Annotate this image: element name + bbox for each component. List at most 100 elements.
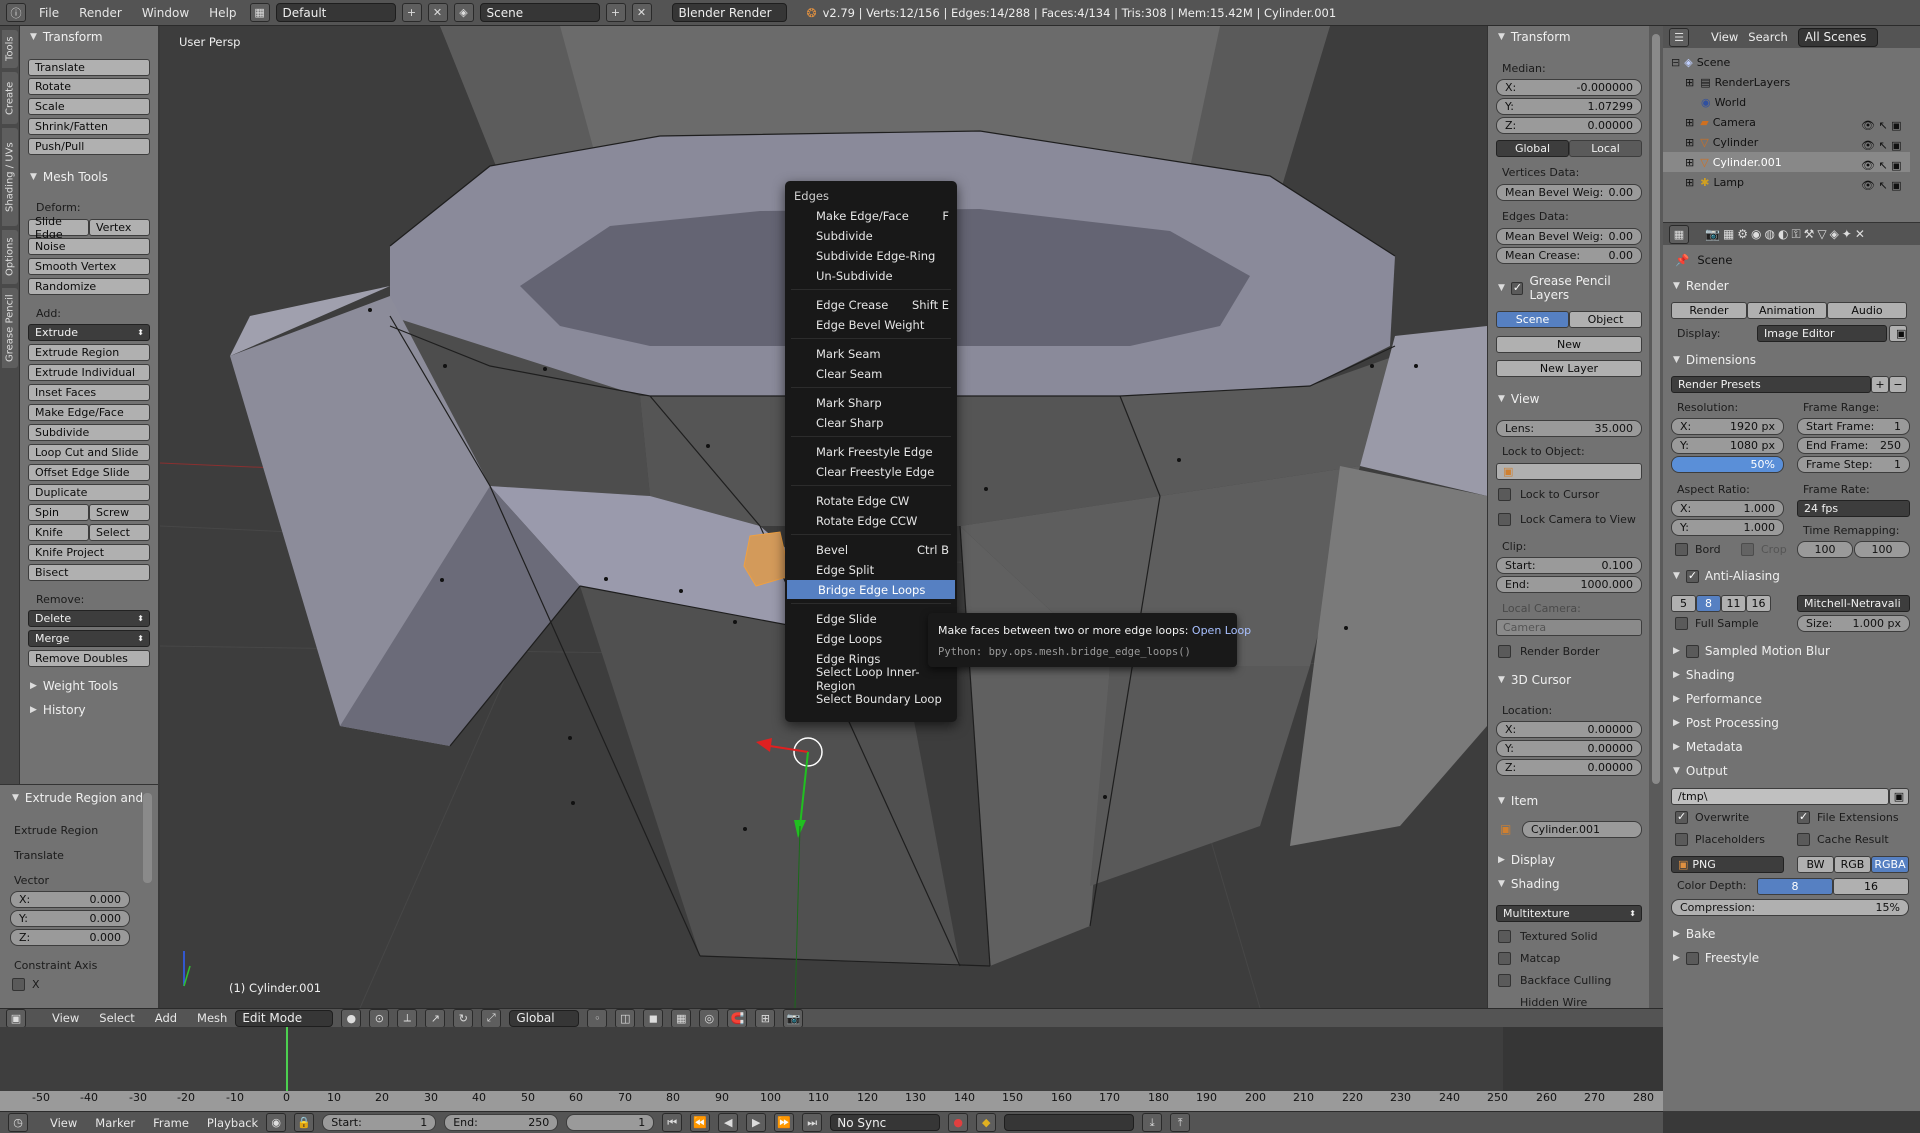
jump-start-icon[interactable]: ⏮ bbox=[662, 1113, 683, 1132]
vector-z-field[interactable]: Z: 0.000 bbox=[10, 929, 130, 946]
keying-set-icon[interactable]: ◆ bbox=[976, 1113, 997, 1132]
lock-object-field[interactable]: ▣ bbox=[1496, 463, 1642, 480]
backface-culling-checkbox[interactable] bbox=[1498, 974, 1511, 987]
menu-item-edge-split[interactable]: Edge Split bbox=[785, 560, 957, 579]
cursor-x-field[interactable]: X: 0.00000 bbox=[1496, 721, 1642, 738]
info-icon[interactable]: ⓘ bbox=[6, 3, 26, 22]
remove-doubles-button[interactable]: Remove Doubles bbox=[28, 650, 150, 667]
tab-create[interactable]: Create bbox=[2, 72, 18, 124]
performance-header[interactable]: ▶ Performance bbox=[1673, 690, 1762, 708]
properties-editor-icon[interactable]: ▦ bbox=[1669, 224, 1689, 244]
offset-edge-slide-button[interactable]: Offset Edge Slide bbox=[28, 464, 150, 481]
timeline-editor-icon[interactable]: ◷ bbox=[8, 1113, 28, 1132]
color-depth-8-button[interactable]: 8 bbox=[1757, 878, 1833, 895]
screw-button[interactable]: Screw bbox=[89, 504, 150, 521]
duplicate-button[interactable]: Duplicate bbox=[28, 484, 150, 501]
randomize-button[interactable]: Randomize bbox=[28, 278, 150, 295]
timeline-view-menu[interactable]: View bbox=[50, 1116, 77, 1130]
file-extensions-checkbox[interactable] bbox=[1797, 810, 1810, 824]
display-dropdown[interactable]: Image Editor bbox=[1757, 325, 1887, 342]
menu-item-rotate-edge-cw[interactable]: Rotate Edge CW bbox=[785, 491, 957, 510]
occlude-geometry-icon[interactable]: ▦ bbox=[671, 1008, 692, 1028]
vector-y-field[interactable]: Y: 0.000 bbox=[10, 910, 130, 927]
smooth-vertex-button[interactable]: Smooth Vertex bbox=[28, 258, 150, 275]
timeline-ruler[interactable] bbox=[0, 1091, 1663, 1111]
shading-mode-dropdown[interactable]: Multitexture ⬍ bbox=[1496, 905, 1642, 922]
border-checkbox[interactable] bbox=[1675, 543, 1688, 556]
frame-step-field[interactable]: Frame Step: 1 bbox=[1797, 456, 1910, 473]
display-header[interactable]: ▶ Display bbox=[1498, 851, 1555, 869]
lock-icon[interactable]: 🔒 bbox=[294, 1113, 315, 1132]
shading-panel-header[interactable]: ▶ Shading bbox=[1673, 666, 1735, 684]
end-frame-input[interactable]: End: 250 bbox=[444, 1114, 559, 1131]
keying-set-field[interactable] bbox=[1004, 1114, 1135, 1131]
metadata-header[interactable]: ▶ Metadata bbox=[1673, 738, 1743, 756]
extrude-individual-button[interactable]: Extrude Individual bbox=[28, 364, 150, 381]
render-presets-dropdown[interactable]: Render Presets bbox=[1671, 376, 1871, 393]
pivot-point-icon[interactable]: ⊙ bbox=[369, 1008, 390, 1028]
vertex-bevel-weight-field[interactable]: Mean Bevel Weig: 0.00 bbox=[1496, 184, 1642, 201]
mode-dropdown[interactable]: Edit Mode bbox=[235, 1009, 334, 1027]
noise-button[interactable]: Noise bbox=[28, 238, 150, 255]
menu-item-bridge-edge-loops[interactable]: Bridge Edge Loops bbox=[787, 580, 955, 599]
menu-file[interactable]: File bbox=[32, 6, 66, 20]
weight-tools-header[interactable]: ▶ Weight Tools bbox=[30, 677, 118, 695]
add-scene-icon[interactable]: + bbox=[605, 3, 626, 22]
bake-header[interactable]: ▶ Bake bbox=[1673, 925, 1715, 943]
item-name-field[interactable]: Cylinder.001 bbox=[1522, 821, 1642, 838]
outliner-display-mode[interactable]: All Scenes bbox=[1797, 27, 1878, 47]
matcap-checkbox[interactable] bbox=[1498, 952, 1511, 965]
constraint-x-checkbox[interactable] bbox=[12, 978, 25, 991]
menu-window[interactable]: Window bbox=[135, 6, 196, 20]
menu-item-edge-bevel-weight[interactable]: Edge Bevel Weight bbox=[785, 315, 957, 334]
aa-filter-dropdown[interactable]: Mitchell-Netravali bbox=[1797, 595, 1910, 612]
n-transform-header[interactable]: ▼ Transform bbox=[1498, 28, 1571, 46]
outliner-row-renderlayers[interactable]: ⊞ ▤ RenderLayers bbox=[1663, 72, 1910, 92]
tab-options[interactable]: Options bbox=[2, 230, 18, 284]
history-header[interactable]: ▶ History bbox=[30, 701, 86, 719]
global-toggle[interactable]: Global bbox=[1496, 140, 1569, 157]
remove-preset-icon[interactable]: − bbox=[1889, 376, 1907, 393]
pin-icon[interactable]: 📌 bbox=[1675, 253, 1689, 267]
vertex-slide-button[interactable]: Vertex bbox=[89, 219, 150, 236]
menu-item-subdivide-edge-ring[interactable]: Subdivide Edge-Ring bbox=[785, 246, 957, 265]
menu-item-clear-sharp[interactable]: Clear Sharp bbox=[785, 413, 957, 432]
audio-button[interactable]: Audio bbox=[1827, 302, 1907, 319]
scale-manipulator-icon[interactable]: ⤢ bbox=[481, 1008, 502, 1028]
tab-tools[interactable]: Tools bbox=[2, 30, 18, 68]
proportional-editing-icon[interactable]: ◎ bbox=[699, 1008, 720, 1028]
post-processing-header[interactable]: ▶ Post Processing bbox=[1673, 714, 1779, 732]
delete-keyframe-icon[interactable]: ⤒ bbox=[1170, 1113, 1191, 1132]
shrink-fatten-button[interactable]: Shrink/Fatten bbox=[28, 118, 150, 135]
textured-solid-checkbox[interactable] bbox=[1498, 930, 1511, 943]
freestyle-checkbox[interactable] bbox=[1685, 951, 1699, 965]
sidebar-scrollbar[interactable] bbox=[1652, 34, 1660, 784]
menu-render[interactable]: Render bbox=[72, 6, 129, 20]
add-preset-icon[interactable]: + bbox=[1871, 376, 1889, 393]
remap-old-field[interactable]: 100 bbox=[1797, 541, 1853, 558]
local-toggle[interactable]: Local bbox=[1569, 140, 1642, 157]
outliner-row-world[interactable]: ◉ World bbox=[1663, 92, 1910, 112]
manipulator-icon[interactable]: ⟂ bbox=[397, 1008, 418, 1028]
marker-menu[interactable]: Marker bbox=[95, 1116, 135, 1130]
cache-result-checkbox[interactable] bbox=[1797, 833, 1810, 846]
outliner-row-scene[interactable]: ⊟ ◈ Scene bbox=[1663, 52, 1910, 72]
playback-menu[interactable]: Playback bbox=[207, 1116, 258, 1130]
median-z-field[interactable]: Z: 0.00000 bbox=[1496, 117, 1642, 134]
translate-manipulator-icon[interactable]: ↗ bbox=[425, 1008, 446, 1028]
aa-size-field[interactable]: Size: 1.000 px bbox=[1797, 615, 1910, 632]
knife-select-button[interactable]: Select bbox=[89, 524, 150, 541]
record-icon[interactable]: ● bbox=[948, 1113, 969, 1132]
render-engine-selector[interactable]: Blender Render bbox=[671, 3, 787, 22]
full-sample-checkbox[interactable] bbox=[1675, 617, 1688, 630]
overwrite-checkbox[interactable] bbox=[1675, 810, 1688, 824]
frame-menu[interactable]: Frame bbox=[153, 1116, 189, 1130]
grease-pencil-checkbox[interactable] bbox=[1510, 281, 1524, 295]
start-frame-field[interactable]: Start Frame: 1 bbox=[1797, 418, 1910, 435]
menu-help[interactable]: Help bbox=[202, 6, 243, 20]
output-path-field[interactable]: /tmp\ bbox=[1671, 788, 1889, 805]
clip-start-field[interactable]: Start: 0.100 bbox=[1496, 557, 1642, 574]
jump-end-icon[interactable]: ⏭ bbox=[802, 1113, 823, 1132]
add-menu[interactable]: Add bbox=[155, 1011, 177, 1025]
merge-dropdown[interactable]: Merge ⬍ bbox=[28, 630, 150, 647]
